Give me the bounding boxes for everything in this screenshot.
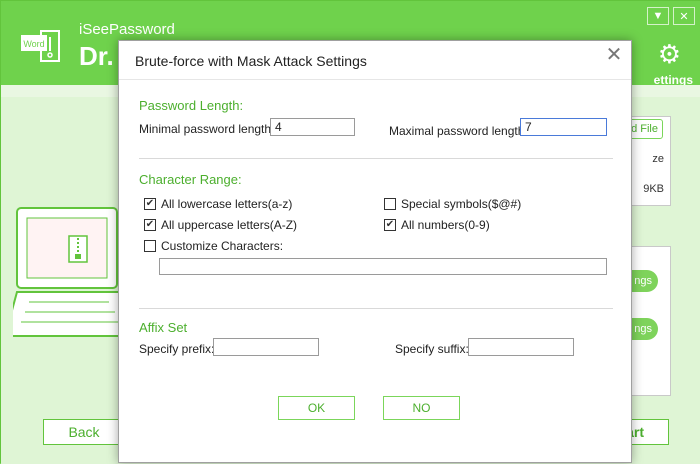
suffix-label: Specify suffix: bbox=[395, 342, 469, 356]
divider bbox=[139, 308, 613, 309]
no-button[interactable]: NO bbox=[383, 396, 460, 420]
lowercase-checkbox[interactable]: ✔ bbox=[144, 198, 156, 210]
lowercase-option[interactable]: ✔ All lowercase letters(a-z) bbox=[144, 197, 292, 211]
character-range-title: Character Range: bbox=[139, 172, 242, 187]
window-controls: ▼ ✕ bbox=[647, 7, 695, 25]
file-size-label: ze bbox=[652, 153, 664, 165]
prefix-input[interactable] bbox=[213, 338, 319, 356]
dialog-content: Password Length: Minimal password length… bbox=[119, 79, 631, 464]
word-logo-icon: Word bbox=[19, 29, 63, 65]
customize-option[interactable]: Customize Characters: bbox=[144, 239, 283, 253]
numbers-checkbox[interactable]: ✔ bbox=[384, 219, 396, 231]
divider bbox=[139, 158, 613, 159]
special-checkbox[interactable] bbox=[384, 198, 396, 210]
customize-checkbox[interactable] bbox=[144, 240, 156, 252]
numbers-label: All numbers(0-9) bbox=[401, 218, 490, 232]
password-length-title: Password Length: bbox=[139, 98, 244, 113]
laptop-icon bbox=[3, 206, 135, 346]
close-icon[interactable]: ✕ bbox=[603, 44, 625, 66]
min-length-input[interactable] bbox=[270, 118, 355, 136]
file-size-value: 9KB bbox=[643, 183, 664, 195]
special-option[interactable]: Special symbols($@#) bbox=[384, 197, 521, 211]
dialog-title: Brute-force with Mask Attack Settings bbox=[135, 53, 367, 69]
max-length-label: Maximal password length: bbox=[389, 124, 528, 138]
gear-icon: ⚙ bbox=[657, 39, 681, 69]
dialog-titlebar: Brute-force with Mask Attack Settings ✕ bbox=[119, 41, 631, 79]
mask-attack-dialog: Brute-force with Mask Attack Settings ✕ … bbox=[118, 40, 632, 463]
prefix-label: Specify prefix: bbox=[139, 342, 215, 356]
max-length-input[interactable] bbox=[520, 118, 607, 136]
zip-file-icon bbox=[68, 235, 88, 263]
close-icon[interactable]: ✕ bbox=[673, 7, 695, 25]
minimize-icon[interactable]: ▼ bbox=[647, 7, 669, 25]
lowercase-label: All lowercase letters(a-z) bbox=[161, 197, 293, 211]
ok-button[interactable]: OK bbox=[278, 396, 355, 420]
uppercase-label: All uppercase letters(A-Z) bbox=[161, 218, 298, 232]
customize-label: Customize Characters: bbox=[161, 239, 284, 253]
uppercase-option[interactable]: ✔ All uppercase letters(A-Z) bbox=[144, 218, 297, 232]
uppercase-checkbox[interactable]: ✔ bbox=[144, 219, 156, 231]
app-title: Dr. bbox=[79, 41, 114, 71]
numbers-option[interactable]: ✔ All numbers(0-9) bbox=[384, 218, 490, 232]
settings-button[interactable]: ⚙ ettings bbox=[633, 39, 693, 87]
min-length-label: Minimal password length: bbox=[139, 122, 275, 136]
app-brand: iSeePassword bbox=[79, 21, 175, 38]
custom-characters-input[interactable] bbox=[159, 258, 607, 275]
suffix-input[interactable] bbox=[468, 338, 574, 356]
affix-set-title: Affix Set bbox=[139, 320, 188, 335]
special-label: Special symbols($@#) bbox=[401, 197, 522, 211]
logo-text: Word bbox=[23, 39, 44, 49]
back-button[interactable]: Back bbox=[43, 419, 125, 445]
